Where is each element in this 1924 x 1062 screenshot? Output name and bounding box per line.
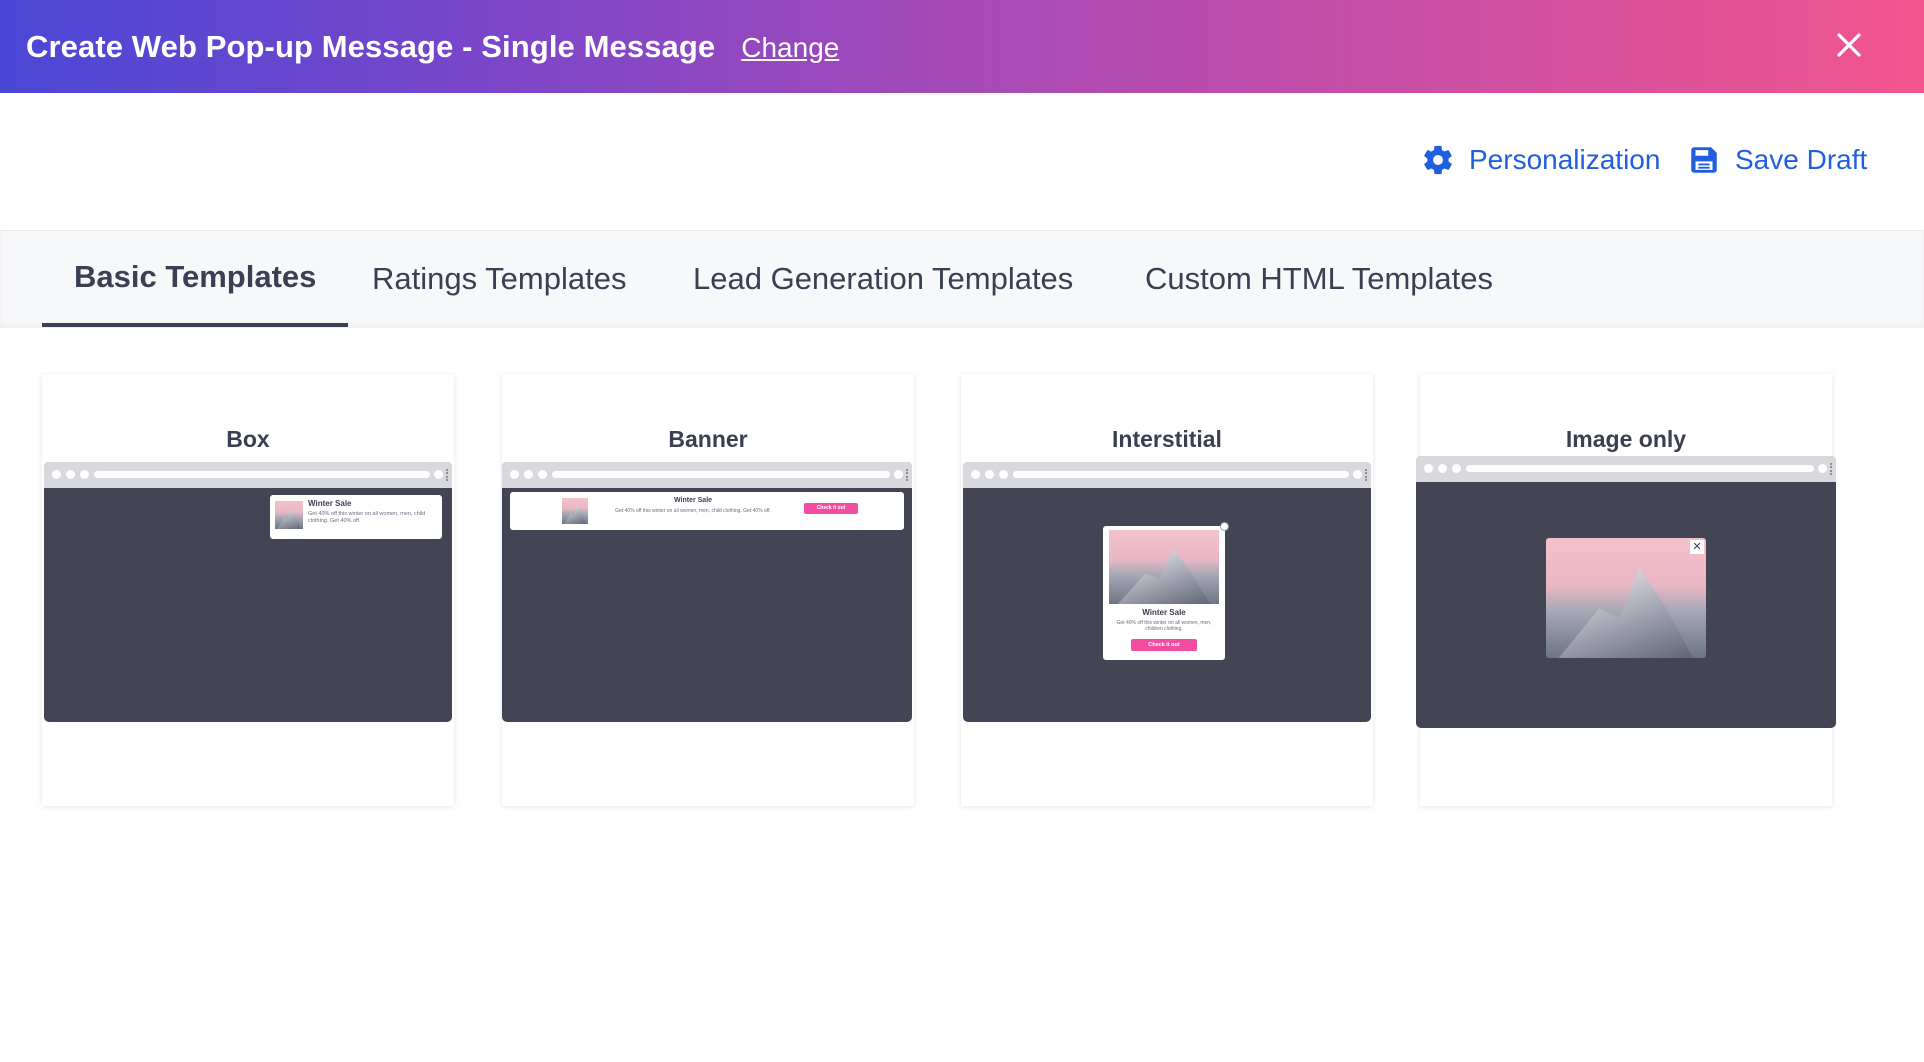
mini-popup-title: Winter Sale — [673, 497, 713, 504]
template-card-title: Box — [226, 426, 270, 452]
save-draft-button[interactable]: Save Draft — [1687, 143, 1867, 177]
browser-bar — [1416, 456, 1836, 482]
mini-popup-text: Get 40% off this winter on all women, me… — [308, 511, 426, 524]
box-popup: Winter Sale Get 40% off this winter on a… — [270, 495, 442, 539]
template-card-image-only[interactable]: Image only ✕ — [1416, 374, 1836, 806]
close-icon — [1220, 522, 1229, 531]
modal-title: Create Web Pop-up Message - Single Messa… — [26, 28, 716, 64]
browser-bar — [502, 462, 912, 488]
browser-bar — [963, 462, 1371, 488]
toolbar: Personalization Save Draft — [0, 93, 1924, 230]
change-link[interactable]: Change — [741, 32, 839, 64]
tab-lead-generation-templates[interactable]: Lead Generation Templates — [661, 231, 1105, 327]
mini-popup-button: Check it out — [1131, 639, 1197, 651]
banner-popup: Winter Sale Get 40% off this winter on a… — [510, 492, 904, 530]
modal-header: Create Web Pop-up Message - Single Messa… — [0, 0, 1924, 93]
close-icon: ✕ — [1690, 540, 1704, 554]
mini-popup-title: Winter Sale — [308, 499, 352, 508]
mountain-image — [562, 498, 588, 524]
tab-ratings-templates[interactable]: Ratings Templates — [340, 231, 658, 327]
tab-custom-html-templates[interactable]: Custom HTML Templates — [1113, 231, 1525, 327]
template-card-title: Interstitial — [1112, 426, 1222, 452]
mini-popup-button: Check it out — [804, 503, 858, 514]
tab-basic-templates[interactable]: Basic Templates — [42, 231, 349, 327]
mini-popup-text: Get 40% off this winter on all women, me… — [1116, 620, 1212, 632]
interstitial-popup: Winter Sale Get 40% off this winter on a… — [1103, 522, 1229, 660]
template-card-banner[interactable]: Banner Winter Sale Get 40% off this wint… — [502, 374, 914, 806]
template-card-interstitial[interactable]: Interstitial Winter Sale Get 40% off thi… — [961, 374, 1373, 806]
gear-icon — [1424, 145, 1452, 175]
mini-popup-title: Winter Sale — [1142, 608, 1186, 617]
image-popup — [1546, 538, 1706, 658]
save-draft-label: Save Draft — [1735, 144, 1868, 175]
close-icon[interactable] — [1834, 30, 1864, 60]
template-card-title: Image only — [1565, 426, 1687, 452]
mini-popup-text: Get 40% off this winter on all women, me… — [615, 508, 771, 514]
browser-bar — [44, 462, 452, 488]
image-only-preview: ✕ — [1416, 456, 1836, 728]
mountain-image — [1109, 530, 1219, 604]
template-card-title: Banner — [668, 426, 748, 452]
box-preview: Winter Sale Get 40% off this winter on a… — [44, 462, 452, 722]
banner-preview: Winter Sale Get 40% off this winter on a… — [502, 462, 912, 722]
personalization-label: Personalization — [1469, 144, 1661, 175]
template-tabs: Basic Templates Ratings Templates Lead G… — [0, 230, 1924, 328]
personalization-button[interactable]: Personalization — [1421, 143, 1660, 177]
mountain-image — [275, 501, 303, 529]
save-icon — [1691, 147, 1717, 173]
template-card-box[interactable]: Box Winter Sale Get 40% off this winter … — [42, 374, 454, 806]
interstitial-preview: Winter Sale Get 40% off this winter on a… — [963, 462, 1371, 722]
